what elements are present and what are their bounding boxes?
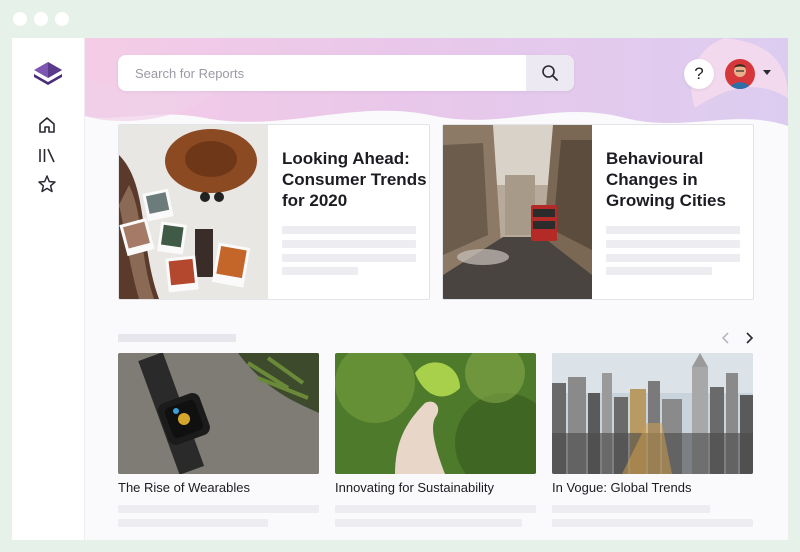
search-input[interactable] bbox=[118, 55, 535, 91]
library-icon[interactable] bbox=[36, 144, 58, 166]
text-placeholder-bar bbox=[606, 254, 740, 262]
text-placeholder-bar bbox=[282, 254, 416, 262]
text-placeholder-bar bbox=[606, 267, 712, 275]
search-icon bbox=[542, 65, 558, 81]
text-placeholder-bar bbox=[282, 240, 416, 248]
featured-image-hat bbox=[119, 125, 268, 299]
caret-down-icon[interactable] bbox=[763, 70, 771, 76]
home-icon[interactable] bbox=[36, 114, 58, 136]
window-dot bbox=[13, 12, 27, 26]
text-placeholder-bar bbox=[552, 519, 753, 527]
chevron-left-icon[interactable] bbox=[719, 330, 733, 346]
featured-card[interactable]: Behavioural Changes in Growing Cities bbox=[442, 124, 754, 300]
report-image-smartwatch bbox=[118, 353, 319, 474]
window-dot bbox=[55, 12, 69, 26]
report-title: The Rise of Wearables bbox=[118, 480, 250, 495]
featured-card[interactable]: Looking Ahead: Consumer Trends for 2020 bbox=[118, 124, 430, 300]
featured-title: Looking Ahead: Consumer Trends for 2020 bbox=[282, 149, 427, 210]
chevron-right-icon[interactable] bbox=[742, 330, 756, 346]
text-placeholder-bar bbox=[118, 505, 319, 513]
text-placeholder-bar bbox=[606, 240, 740, 248]
text-placeholder-bar bbox=[335, 505, 536, 513]
main-content: ? bbox=[85, 38, 788, 540]
text-placeholder-bar bbox=[282, 226, 416, 234]
window-dot bbox=[34, 12, 48, 26]
text-placeholder-bar bbox=[118, 519, 268, 527]
text-placeholder-bar bbox=[282, 267, 358, 275]
user-avatar[interactable] bbox=[725, 59, 755, 89]
report-image-skyline bbox=[552, 353, 753, 474]
section-title-placeholder bbox=[118, 334, 236, 342]
report-image-leaf bbox=[335, 353, 536, 474]
featured-image-city bbox=[443, 125, 592, 299]
featured-title: Behavioural Changes in Growing Cities bbox=[606, 149, 726, 210]
search-bar bbox=[118, 55, 574, 91]
report-title: In Vogue: Global Trends bbox=[552, 480, 692, 495]
text-placeholder-bar bbox=[552, 505, 710, 513]
layers-logo[interactable] bbox=[31, 58, 65, 88]
search-button[interactable] bbox=[526, 55, 574, 91]
star-icon[interactable] bbox=[36, 173, 58, 195]
app-window: ? bbox=[12, 38, 788, 540]
help-button[interactable]: ? bbox=[684, 59, 714, 89]
avatar-image bbox=[725, 59, 755, 89]
text-placeholder-bar bbox=[335, 519, 522, 527]
sidebar bbox=[12, 38, 85, 540]
report-title: Innovating for Sustainability bbox=[335, 480, 494, 495]
text-placeholder-bar bbox=[606, 226, 740, 234]
